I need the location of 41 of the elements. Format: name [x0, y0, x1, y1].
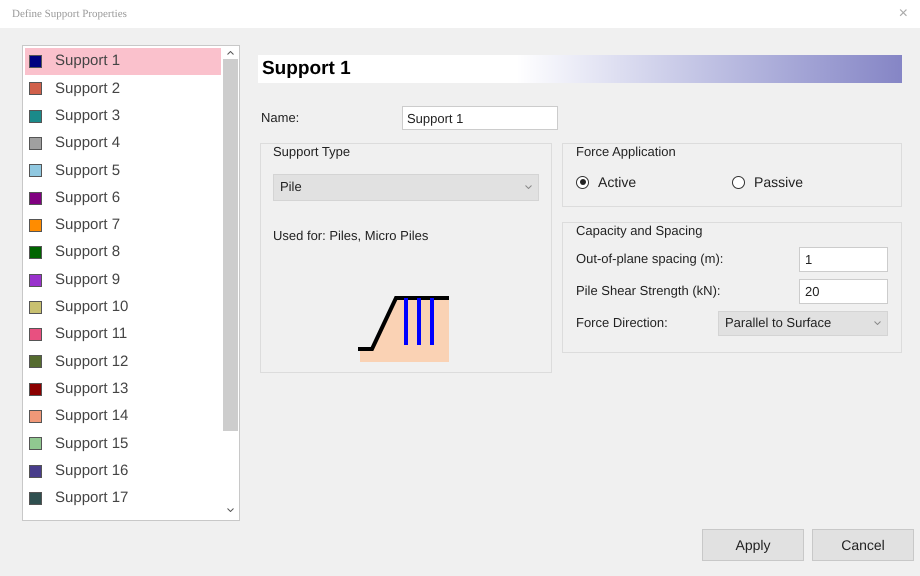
support-list-item[interactable]: Support 14: [25, 402, 221, 430]
support-list-item[interactable]: Support 7: [25, 212, 221, 240]
support-list-item[interactable]: Support 4: [25, 130, 221, 158]
support-list-item[interactable]: Support 8: [25, 239, 221, 266]
radio-option[interactable]: Active: [576, 172, 732, 192]
chevron-icon: [874, 321, 881, 325]
group-title: Force Application: [576, 143, 677, 161]
support-list-item[interactable]: Support 6: [25, 184, 221, 212]
support-list-item[interactable]: Support 1: [25, 48, 221, 76]
support-type-dropdown[interactable]: Pile: [273, 174, 539, 200]
used-for-text: Used for: Piles, Micro Piles: [273, 226, 430, 244]
input-field[interactable]: 1: [799, 246, 888, 272]
input-field[interactable]: 20: [799, 278, 888, 304]
support-list-item[interactable]: Support 12: [25, 348, 221, 376]
name-field[interactable]: Support 1: [402, 106, 558, 130]
support-list-item[interactable]: Support 15: [25, 430, 221, 458]
support-list-item[interactable]: Support 5: [25, 157, 221, 184]
header-title: Support 1: [262, 56, 351, 81]
field-label: Pile Shear Strength (kN):: [576, 282, 721, 300]
scroll-up-icon[interactable]: [226, 51, 234, 55]
field-label: Out-of-plane spacing (m):: [576, 250, 724, 268]
scrollbar-thumb[interactable]: [222, 59, 238, 431]
support-list-item[interactable]: Support 3: [25, 102, 221, 130]
support-list-item[interactable]: Support 9: [25, 266, 221, 294]
support-list-item[interactable]: Support 16: [25, 457, 221, 485]
window-title: Define Support Properties: [12, 6, 127, 22]
support-list-item[interactable]: Support 17: [25, 484, 221, 512]
field-label: Force Direction:: [576, 314, 668, 332]
chevron-icon: [525, 185, 532, 189]
group-title: Support Type: [273, 143, 352, 161]
dialog-button[interactable]: Apply: [702, 529, 804, 561]
group-title: Capacity and Spacing: [576, 222, 704, 240]
force-direction-dropdown[interactable]: Parallel to Surface: [718, 310, 888, 336]
scroll-down-icon[interactable]: [226, 508, 234, 512]
name-label: Name:: [260, 109, 300, 128]
support-list-item[interactable]: Support 11: [25, 320, 221, 348]
support-list-item[interactable]: Support 2: [25, 75, 221, 103]
radio-option[interactable]: Passive: [732, 172, 888, 192]
dialog-button[interactable]: Cancel: [812, 529, 914, 561]
support-list-item[interactable]: Support 10: [25, 294, 221, 321]
support-list-item[interactable]: Support 13: [25, 376, 221, 403]
